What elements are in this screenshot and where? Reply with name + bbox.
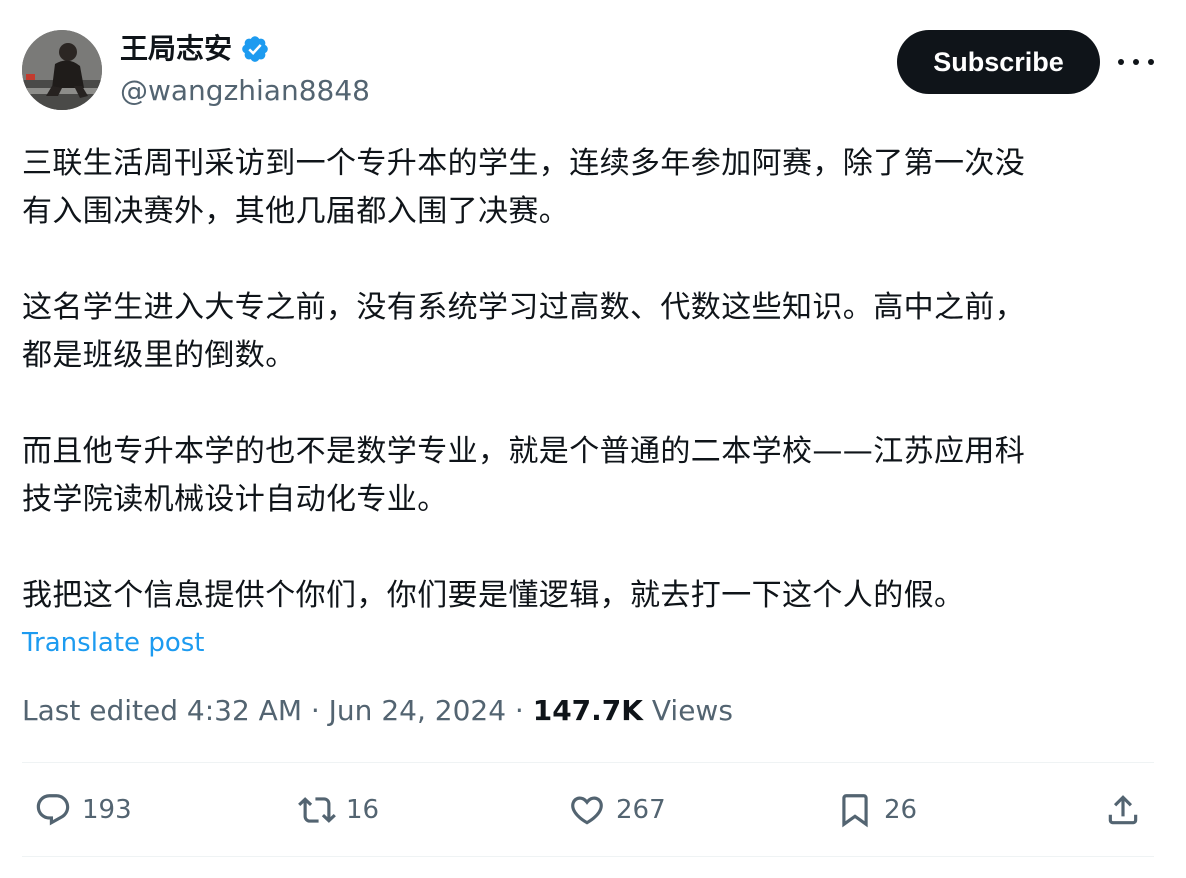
more-dot	[1133, 59, 1139, 65]
divider	[22, 856, 1154, 857]
post-paragraph: 我把这个信息提供个你们，你们要是懂逻辑，就去打一下这个人的假。	[22, 578, 965, 613]
subscribe-button[interactable]: Subscribe	[897, 30, 1100, 94]
avatar[interactable]	[22, 30, 102, 110]
reply-count: 193	[82, 795, 132, 825]
views-label: Views	[651, 694, 733, 727]
like-button[interactable]: 267	[568, 790, 666, 830]
more-dot	[1118, 59, 1124, 65]
bookmark-icon	[842, 794, 868, 828]
like-count: 267	[616, 795, 666, 825]
repost-icon	[298, 797, 336, 823]
repost-count: 16	[346, 795, 380, 825]
verified-badge-icon[interactable]	[240, 34, 270, 64]
share-icon	[1108, 795, 1138, 825]
heart-icon	[571, 796, 603, 825]
more-dot	[1148, 59, 1154, 65]
post-paragraph: 这名学生进入大专之前，没有系统学习过高数、代数这些知识。高中之前， 都是班级里的…	[22, 290, 1026, 373]
author-display-name[interactable]: 王局志安	[120, 30, 270, 68]
edited-timestamp[interactable]: Last edited 4:32 AM · Jun 24, 2024 ·	[22, 694, 533, 727]
author-handle[interactable]: @wangzhian8848	[120, 72, 370, 110]
avatar-image	[22, 30, 102, 110]
post-paragraph: 而且他专升本学的也不是数学专业，就是个普通的二本学校——江苏应用科 技学院读机械…	[22, 434, 1026, 517]
author-name-text: 王局志安	[120, 32, 233, 65]
post-text: 三联生活周刊采访到一个专升本的学生，连续多年参加阿赛，除了第一次没 有入围决赛外…	[22, 140, 1152, 620]
post-meta: Last edited 4:32 AM · Jun 24, 2024 · 147…	[22, 692, 733, 730]
translate-post-link[interactable]: Translate post	[22, 626, 204, 660]
action-bar: 193 16 267 26	[22, 762, 1154, 858]
bookmark-count: 26	[884, 795, 918, 825]
views-count: 147.7K	[532, 694, 643, 727]
repost-button[interactable]: 16	[298, 790, 379, 830]
share-button[interactable]	[1104, 790, 1142, 830]
more-options-icon[interactable]	[1118, 50, 1154, 74]
reply-icon	[36, 794, 70, 826]
post-paragraph: 三联生活周刊采访到一个专升本的学生，连续多年参加阿赛，除了第一次没 有入围决赛外…	[22, 146, 1026, 229]
bookmark-button[interactable]: 26	[836, 790, 917, 830]
reply-button[interactable]: 193	[34, 790, 132, 830]
